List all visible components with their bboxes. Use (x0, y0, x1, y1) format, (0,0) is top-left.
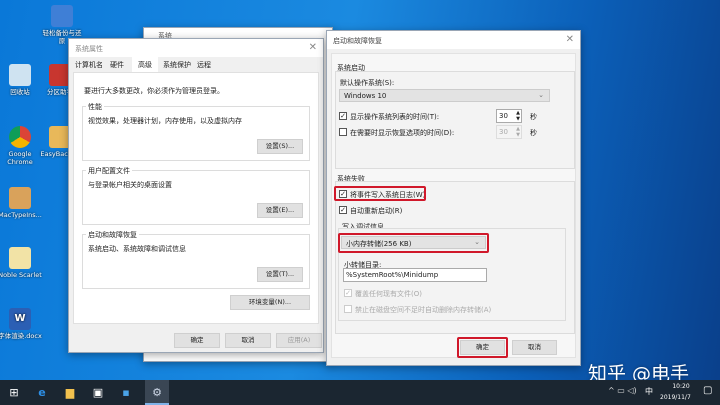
apply-button[interactable]: 应用(A) (276, 333, 322, 348)
dialog-title: 启动和故障恢复 (333, 37, 382, 45)
group-label: 性能 (86, 102, 104, 112)
system-properties-dialog: 系统属性 ✕ 计算机名 硬件 高级 系统保护 远程 要进行大多数更改，你必须作为管… (68, 38, 324, 353)
desktop-icon-noble-scarlet[interactable]: Noble Scarlet (0, 247, 42, 279)
selected-value: Windows 10 (344, 92, 387, 100)
backup-icon (51, 5, 73, 27)
group-desc: 视觉效果，处理器计划，内存使用，以及虚拟内存 (88, 117, 242, 125)
clock-date[interactable]: 2019/11/7 (660, 394, 691, 401)
highlight-box (334, 186, 426, 201)
close-icon[interactable]: ✕ (566, 34, 574, 45)
spinner-value: 30 (499, 128, 508, 136)
disable-auto-delete-label: 禁止在磁盘空间不足时自动删除内存转储(A) (355, 306, 492, 314)
dump-dir-input[interactable]: %SystemRoot%\Minidump (343, 268, 487, 282)
tab-panel: 要进行大多数更改，你必须作为管理员登录。 性能 视觉效果，处理器计划，内存使用，… (73, 72, 319, 324)
spinner-value: 30 (499, 112, 508, 120)
group-label: 启动和故障恢复 (86, 230, 139, 240)
overwrite-checkbox[interactable]: ✓ (344, 289, 352, 297)
startup-settings-button[interactable]: 设置(T)... (257, 267, 303, 282)
clock-time[interactable]: 10:20 (666, 383, 696, 390)
startup-recovery-dialog: 启动和故障恢复 ✕ 系统启动 默认操作系统(S): Windows 10 ⌄ ✓ 显… (326, 30, 581, 366)
desktop-icon-docx[interactable]: W 字体渲染.docx (0, 308, 42, 340)
tab-advanced[interactable]: 高级 (132, 57, 158, 73)
tray-chevron-icon[interactable]: ^ ▭ ◁) (608, 386, 637, 395)
user-profile-group: 用户配置文件 与登录帐户相关的桌面设置 设置(E)... (82, 166, 310, 225)
spinner-arrows-icon: ▲ ▼ (516, 126, 520, 138)
desktop-icon-mactype[interactable]: MacTypeIns... (0, 187, 42, 219)
startup-recovery-group: 启动和故障恢复 系统启动、系统故障和调试信息 设置(T)... (82, 230, 310, 289)
unit-label: 秒 (530, 113, 537, 121)
highlight-box (338, 233, 489, 253)
title-bar: 系统属性 ✕ (69, 39, 323, 57)
unit-label: 秒 (530, 129, 537, 137)
profile-settings-button[interactable]: 设置(E)... (257, 203, 303, 218)
tab-computer-name[interactable]: 计算机名 (75, 60, 103, 70)
performance-settings-button[interactable]: 设置(S)... (257, 139, 303, 154)
environment-variables-button[interactable]: 环境变量(N)... (230, 295, 310, 310)
highlight-box (457, 337, 508, 358)
group-label: 用户配置文件 (86, 166, 132, 176)
group-desc: 系统启动、系统故障和调试信息 (88, 245, 186, 253)
auto-restart-label: 自动重新启动(R) (350, 207, 403, 215)
show-os-list-checkbox[interactable]: ✓ (339, 112, 347, 120)
default-os-label: 默认操作系统(S): (340, 79, 395, 87)
auto-restart-checkbox[interactable]: ✓ (339, 206, 347, 214)
installer-icon (9, 187, 31, 209)
dialog-title: 系统属性 (75, 45, 103, 53)
disable-auto-delete-checkbox[interactable] (344, 305, 352, 313)
group-desc: 与登录帐户相关的桌面设置 (88, 181, 172, 189)
font-file-icon (9, 247, 31, 269)
desktop-icon-chrome[interactable]: Google Chrome (0, 126, 42, 166)
cancel-button[interactable]: 取消 (225, 333, 271, 348)
recovery-time-spinner[interactable]: 30 ▲ ▼ (496, 125, 522, 139)
chevron-down-icon: ⌄ (538, 91, 544, 99)
word-icon: W (9, 308, 31, 330)
recycle-bin-icon (9, 64, 31, 86)
system-properties-taskbar-icon[interactable]: ⚙ (145, 380, 169, 405)
app-icon[interactable]: ▪ (114, 380, 138, 405)
windows-icon: ⊞ (9, 386, 19, 399)
file-explorer-icon[interactable]: ▆ (58, 380, 82, 405)
ime-indicator[interactable]: 中 (645, 386, 653, 397)
chrome-icon (9, 126, 31, 148)
spinner-arrows-icon[interactable]: ▲ ▼ (516, 110, 520, 122)
tab-hardware[interactable]: 硬件 (110, 60, 124, 70)
show-recovery-label: 在需要时显示恢复选项的时间(D): (350, 129, 455, 137)
default-os-select[interactable]: Windows 10 ⌄ (339, 89, 550, 102)
tab-remote[interactable]: 远程 (197, 60, 211, 70)
desktop-icon-recycle-bin[interactable]: 回收站 (0, 64, 42, 96)
admin-note: 要进行大多数更改，你必须作为管理员登录。 (84, 87, 224, 95)
overwrite-label: 覆盖任何现有文件(O) (355, 290, 422, 298)
store-icon[interactable]: ▣ (86, 380, 110, 405)
ok-button[interactable]: 确定 (174, 333, 220, 348)
close-icon[interactable]: ✕ (309, 42, 317, 53)
tab-system-protection[interactable]: 系统保护 (163, 60, 191, 70)
show-os-list-label: 显示操作系统列表的时间(T): (350, 113, 440, 121)
performance-group: 性能 视觉效果，处理器计划，内存使用，以及虚拟内存 设置(S)... (82, 102, 310, 161)
os-list-time-spinner[interactable]: 30 ▲ ▼ (496, 109, 522, 123)
title-bar: 启动和故障恢复 ✕ (327, 31, 580, 49)
edge-icon[interactable]: e (30, 380, 54, 405)
start-button[interactable]: ⊞ (2, 380, 26, 405)
notification-icon[interactable]: ▢ (703, 385, 712, 396)
show-recovery-checkbox[interactable] (339, 128, 347, 136)
cancel-button[interactable]: 取消 (512, 340, 557, 355)
